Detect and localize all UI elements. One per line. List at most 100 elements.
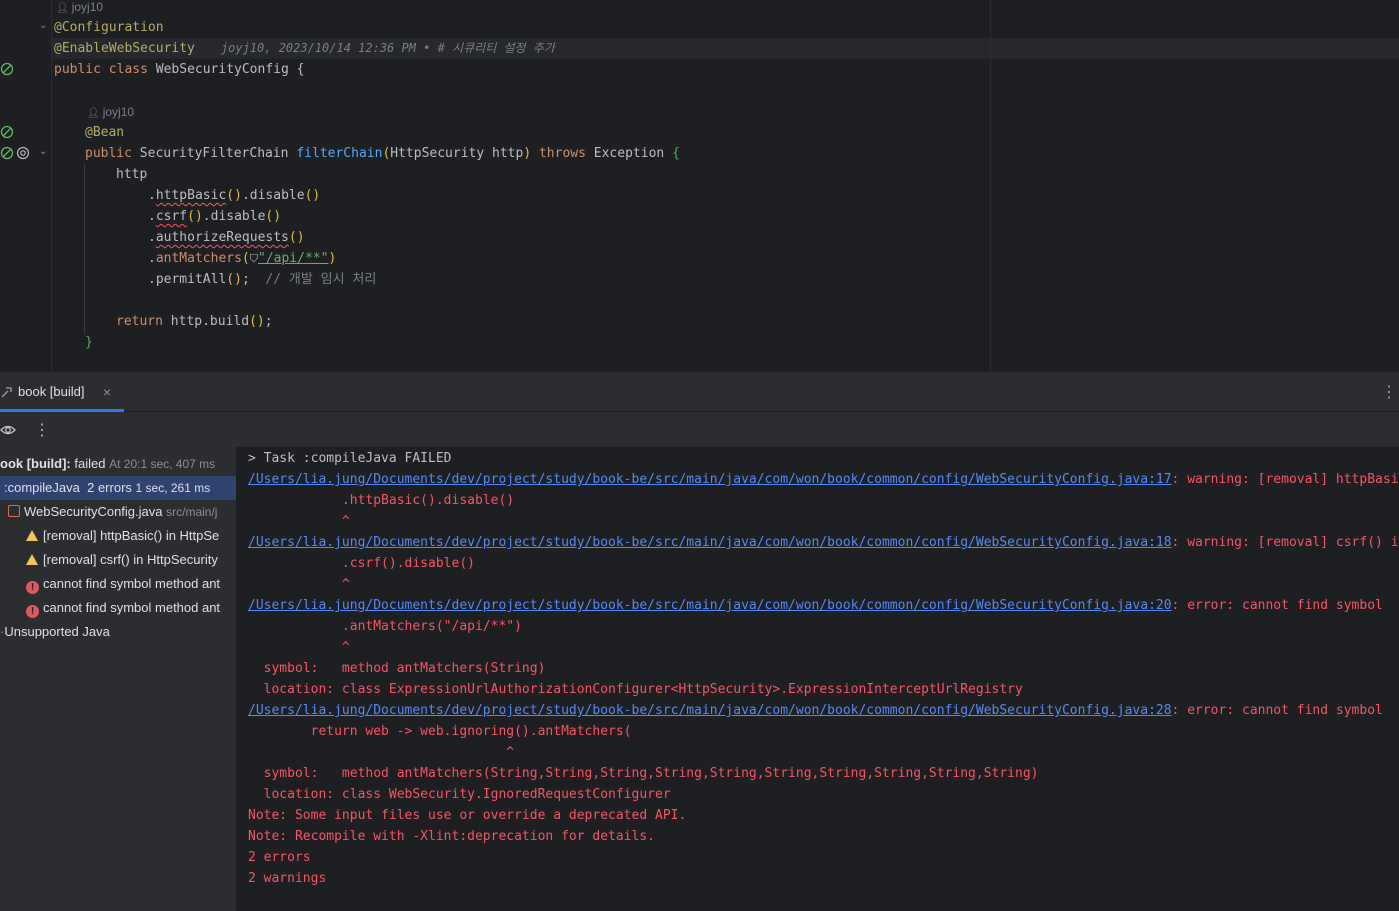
code-line-close-brace[interactable]: } bbox=[85, 332, 93, 353]
console-message-line: /Users/lia.jung/Documents/dev/project/st… bbox=[248, 532, 1399, 553]
fold-chevron-icon[interactable]: ⌄ bbox=[39, 146, 47, 157]
build-toolbar: ⋮ bbox=[0, 413, 1399, 447]
code-author-hint[interactable]: 👤︎ joyj10 bbox=[56, 0, 103, 15]
method-call: permitAll bbox=[155, 272, 227, 287]
right-margin-guide bbox=[990, 0, 991, 372]
deprecated-call: httpBasic bbox=[155, 188, 227, 203]
error-count: 2 errors bbox=[87, 480, 132, 495]
tab-active-indicator bbox=[0, 409, 124, 412]
file-link[interactable]: /Users/lia.jung/Documents/dev/project/st… bbox=[248, 598, 1172, 613]
file-link[interactable]: /Users/lia.jung/Documents/dev/project/st… bbox=[248, 472, 1172, 487]
build-console-output[interactable]: > Task :compileJava FAILED /Users/lia.ju… bbox=[236, 447, 1399, 911]
console-caret-line: ^ bbox=[248, 745, 515, 760]
editor-gutter: ⌄ ⌄ bbox=[0, 0, 52, 372]
tree-item-label: cannot find symbol method ant bbox=[43, 600, 221, 615]
console-symbol-line: symbol: method antMatchers(String,String… bbox=[248, 766, 1039, 781]
tree-item-label: ook [build]: bbox=[0, 456, 71, 471]
tree-item-unsupported-java[interactable]: ·Unsupported Java bbox=[0, 620, 110, 644]
spring-bean-icon[interactable] bbox=[0, 62, 14, 76]
file-link[interactable]: /Users/lia.jung/Documents/dev/project/st… bbox=[248, 703, 1172, 718]
console-message-line: /Users/lia.jung/Documents/dev/project/st… bbox=[248, 595, 1383, 616]
identifier: http bbox=[116, 167, 148, 182]
console-code-line: .antMatchers("/api/**") bbox=[248, 619, 522, 634]
more-options-icon[interactable]: ⋮ bbox=[34, 420, 50, 440]
console-task-line: > Task :compileJava FAILED bbox=[248, 451, 452, 466]
at-annotation-icon[interactable] bbox=[16, 146, 30, 160]
method-params: HttpSecurity http bbox=[390, 146, 524, 161]
console-message: : warning: [removal] csrf() i bbox=[1171, 535, 1399, 550]
console-location-line: location: class ExpressionUrlAuthorizati… bbox=[248, 682, 1023, 697]
code-line-configuration[interactable]: @Configuration bbox=[54, 17, 164, 38]
console-message: : warning: [removal] httpBasi bbox=[1171, 472, 1399, 487]
code-author-hint[interactable]: 👤︎ joyj10 bbox=[87, 104, 134, 120]
method-call: .disable bbox=[241, 188, 305, 203]
code-line-enable-web-security[interactable]: @EnableWebSecurity joyj10, 2023/10/14 12:… bbox=[54, 38, 555, 59]
code-line-return[interactable]: return http.build(); bbox=[116, 311, 273, 332]
tree-item-warning[interactable]: [removal] csrf() in HttpSecurity bbox=[26, 548, 218, 572]
code-line-permit-all[interactable]: .permitAll(); // 개발 임시 처리 bbox=[148, 269, 376, 290]
class-name: WebSecurityConfig bbox=[155, 62, 289, 77]
more-options-icon[interactable]: ⋮ bbox=[1381, 382, 1397, 402]
console-summary-warnings: 2 warnings bbox=[248, 871, 327, 886]
annotation-enable-web-security: @EnableWebSecurity bbox=[54, 41, 195, 56]
git-blame-inline: joyj10, 2023/10/14 12:36 PM • # 시큐리티 설정 … bbox=[220, 41, 555, 55]
tree-item-label: WebSecurityConfig.java bbox=[24, 504, 163, 519]
annotation-bean: @Bean bbox=[85, 125, 125, 140]
tree-item-error[interactable]: ! cannot find symbol method ant bbox=[26, 572, 220, 596]
method-name: filterChain bbox=[296, 146, 383, 161]
warning-icon bbox=[26, 530, 38, 541]
eye-icon[interactable] bbox=[0, 422, 16, 438]
type-name: SecurityFilterChain bbox=[139, 146, 289, 161]
shield-icon: ⛉ bbox=[249, 252, 258, 265]
code-line-csrf[interactable]: .csrf().disable() bbox=[148, 206, 281, 227]
tree-item-compilejava[interactable]: :compileJava 2 errors 1 sec, 261 ms bbox=[0, 476, 236, 500]
tree-item-build[interactable]: ook [build]: failed At 20:1 sec, 407 ms bbox=[0, 452, 215, 476]
tree-item-label: [removal] httpBasic() in HttpSe bbox=[43, 528, 220, 543]
indent-guide bbox=[84, 164, 85, 334]
brace: } bbox=[85, 335, 93, 350]
console-message: : error: cannot find symbol bbox=[1171, 598, 1383, 613]
user-icon: 👤︎ bbox=[56, 3, 69, 14]
fold-chevron-icon[interactable]: ⌄ bbox=[39, 20, 47, 31]
brace: { bbox=[296, 62, 305, 77]
tree-item-label: Unsupported Java bbox=[4, 624, 110, 639]
deprecated-call: authorizeRequests bbox=[155, 230, 289, 245]
error-icon: ! bbox=[26, 605, 39, 618]
keyword: public bbox=[85, 146, 132, 161]
file-path: src/main/j bbox=[166, 505, 218, 519]
spring-bean-icon[interactable] bbox=[0, 125, 14, 139]
code-line-ant-matchers[interactable]: .antMatchers(⛉"/api/**") bbox=[148, 248, 336, 269]
tree-item-label: [removal] csrf() in HttpSecurity bbox=[43, 552, 218, 567]
code-editor[interactable]: ⌄ ⌄ 👤︎ joyj10 @Configuration @EnableWebSe… bbox=[0, 0, 1399, 372]
code-line-httpbasic[interactable]: .httpBasic().disable() bbox=[148, 185, 320, 206]
annotation-configuration: @Configuration bbox=[54, 20, 164, 35]
close-icon[interactable]: × bbox=[103, 372, 111, 412]
file-link[interactable]: /Users/lia.jung/Documents/dev/project/st… bbox=[248, 535, 1172, 550]
tree-item-error[interactable]: ! cannot find symbol method ant bbox=[26, 596, 220, 620]
code-line-bean[interactable]: @Bean bbox=[85, 122, 124, 143]
keyword: class bbox=[108, 62, 148, 77]
code-line-http[interactable]: http bbox=[116, 164, 147, 185]
keyword: throws bbox=[538, 146, 586, 161]
console-code-line: .httpBasic().disable() bbox=[248, 493, 515, 508]
tree-item-warning[interactable]: [removal] httpBasic() in HttpSe bbox=[26, 524, 219, 548]
code-line-class-declaration[interactable]: public class WebSecurityConfig { bbox=[54, 59, 304, 80]
keyword: return bbox=[116, 314, 163, 329]
type-name: Exception bbox=[593, 146, 665, 161]
console-code-line: .csrf().disable() bbox=[248, 556, 475, 571]
author-name: joyj10 bbox=[71, 0, 104, 14]
tree-item-label: :compileJava bbox=[4, 480, 80, 495]
tree-item-file[interactable]: WebSecurityConfig.java src/main/j bbox=[8, 500, 217, 524]
error-call: antMatchers bbox=[155, 251, 242, 266]
method-call: .disable bbox=[202, 209, 266, 224]
tool-tab-bar: book [build] × ⋮ bbox=[0, 372, 1399, 412]
tree-item-label: cannot find symbol method ant bbox=[43, 576, 221, 591]
build-tree: ook [build]: failed At 20:1 sec, 407 ms … bbox=[0, 447, 236, 911]
code-line-method-declaration[interactable]: public SecurityFilterChain filterChain(H… bbox=[85, 143, 680, 164]
string-literal: "/api/**" bbox=[258, 251, 329, 266]
console-code-line: return web -> web.ignoring().antMatchers… bbox=[248, 724, 632, 739]
code-line-authorize-requests[interactable]: .authorizeRequests() bbox=[148, 227, 305, 248]
console-symbol-line: symbol: method antMatchers(String) bbox=[248, 661, 546, 676]
console-message-line: /Users/lia.jung/Documents/dev/project/st… bbox=[248, 469, 1399, 490]
spring-bean-icon[interactable] bbox=[0, 146, 14, 160]
